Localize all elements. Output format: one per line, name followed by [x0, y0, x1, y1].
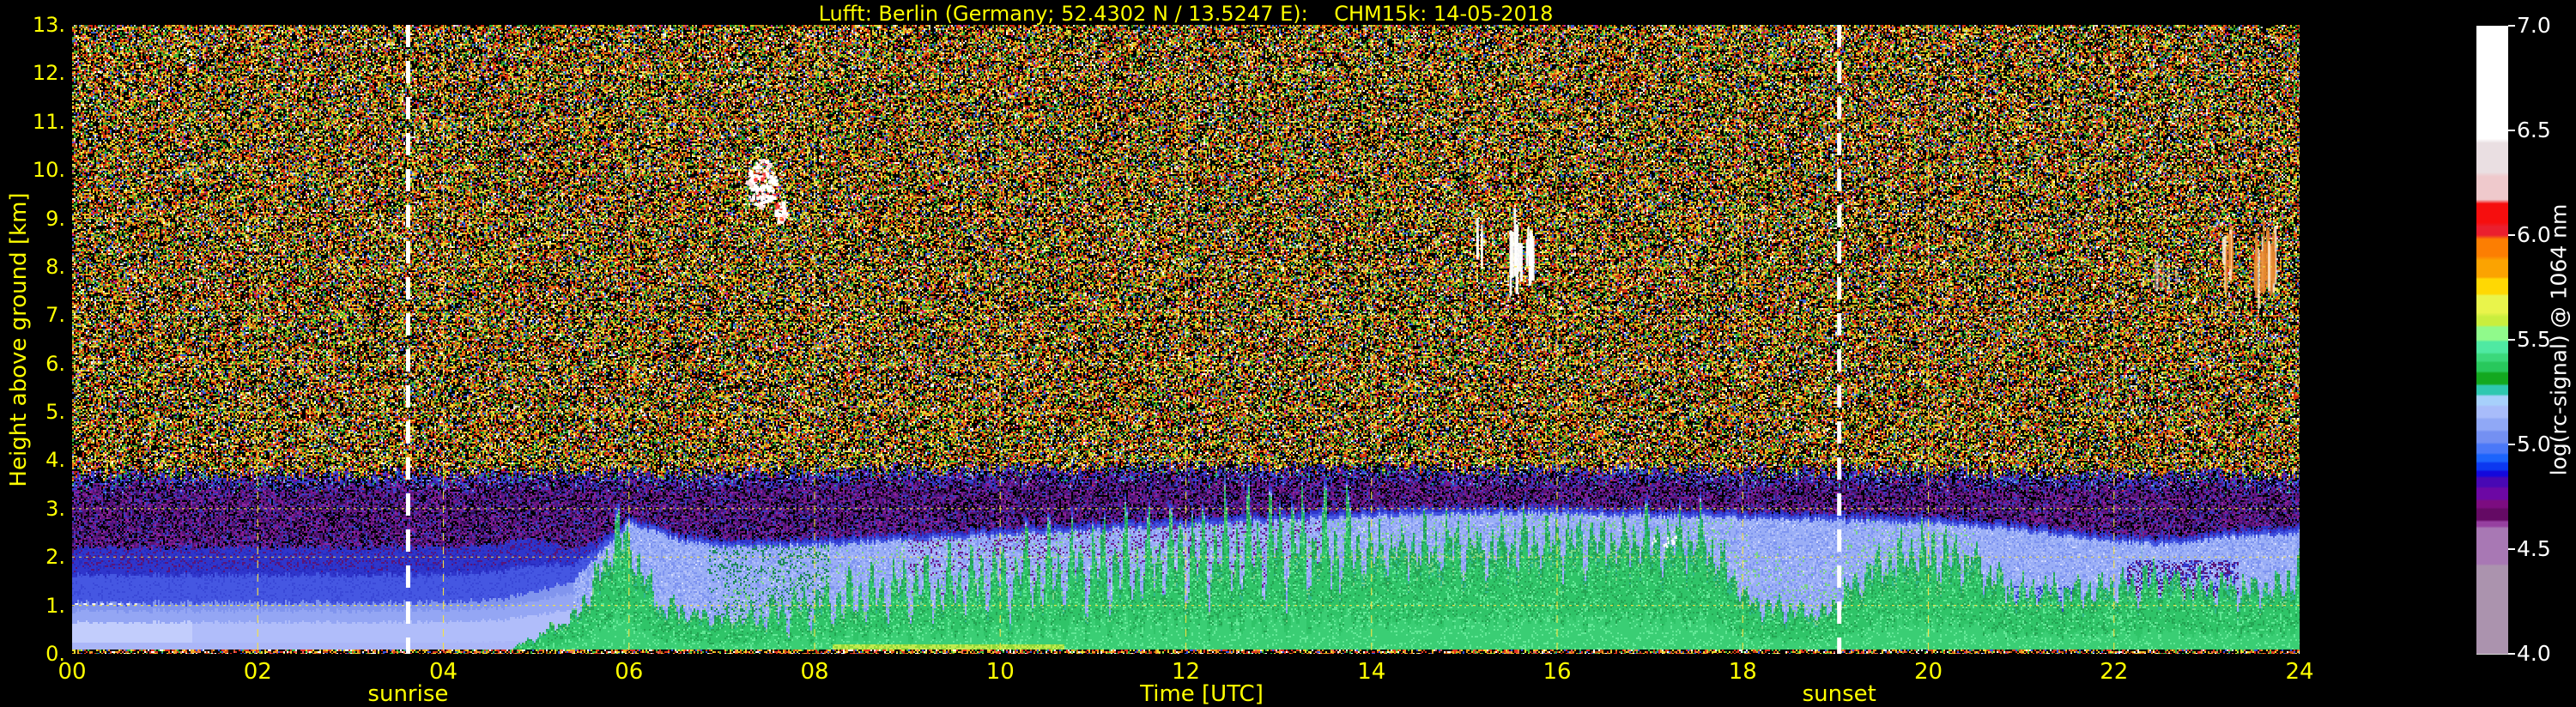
y-tick-label: 10.	[32, 158, 65, 183]
y-axis-label: Height above ground [km]	[6, 192, 32, 487]
x-tick-label: 02	[243, 659, 272, 685]
x-axis-label: Time [UTC]	[1140, 681, 1264, 707]
colorbar-tick-mark	[2508, 548, 2515, 550]
x-tick-label: 22	[2100, 659, 2129, 685]
y-tick-label: 1.	[45, 593, 65, 618]
colorbar-tick-mark	[2508, 444, 2515, 445]
colorbar-tick-label: 4.5	[2517, 536, 2551, 561]
sunrise-annotation: sunrise	[367, 681, 449, 707]
colorbar-tick-mark	[2508, 234, 2515, 236]
y-tick-label: 13.	[32, 13, 65, 37]
colorbar-gradient	[2476, 26, 2508, 655]
x-tick-label: 06	[615, 659, 644, 685]
x-tick-label: 00	[58, 659, 87, 685]
colorbar-tick-mark	[2508, 130, 2515, 131]
colorbar-label: log(rc-signal) @ 1064 nm	[2546, 203, 2572, 476]
x-tick-label: 10	[985, 659, 1015, 685]
y-tick-label: 9.	[45, 206, 65, 231]
x-tick-label: 14	[1357, 659, 1386, 685]
lidar-quicklook-figure: Lufft: Berlin (Germany; 52.4302 N / 13.5…	[0, 0, 2576, 707]
colorbar-tick-label: 6.5	[2517, 118, 2551, 142]
colorbar-tick-label: 4.0	[2517, 641, 2551, 666]
y-tick-label: 5.	[45, 400, 65, 425]
y-tick-label: 3.	[45, 496, 65, 521]
colorbar-tick-mark	[2508, 653, 2515, 655]
y-tick-label: 12.	[32, 61, 65, 86]
x-tick-label: 20	[1913, 659, 1943, 685]
x-tick-label: 18	[1728, 659, 1757, 685]
plot-title: Lufft: Berlin (Germany; 52.4302 N / 13.5…	[818, 2, 1554, 26]
y-tick-label: 2.	[45, 545, 65, 570]
x-tick-label: 16	[1543, 659, 1572, 685]
y-tick-label: 11.	[32, 109, 65, 134]
heatmap-canvas	[72, 25, 2300, 654]
y-tick-label: 7.	[45, 303, 65, 328]
colorbar-tick-label: 7.0	[2517, 13, 2551, 38]
y-tick-label: 6.	[45, 351, 65, 376]
y-tick-label: 0.	[45, 642, 65, 666]
x-tick-label: 08	[800, 659, 829, 685]
colorbar-tick-mark	[2508, 339, 2515, 341]
colorbar-tick-mark	[2508, 25, 2515, 27]
y-tick-label: 8.	[45, 254, 65, 279]
sunset-annotation: sunset	[1802, 681, 1876, 707]
x-tick-label: 24	[2285, 659, 2314, 685]
y-tick-label: 4.	[45, 448, 65, 473]
